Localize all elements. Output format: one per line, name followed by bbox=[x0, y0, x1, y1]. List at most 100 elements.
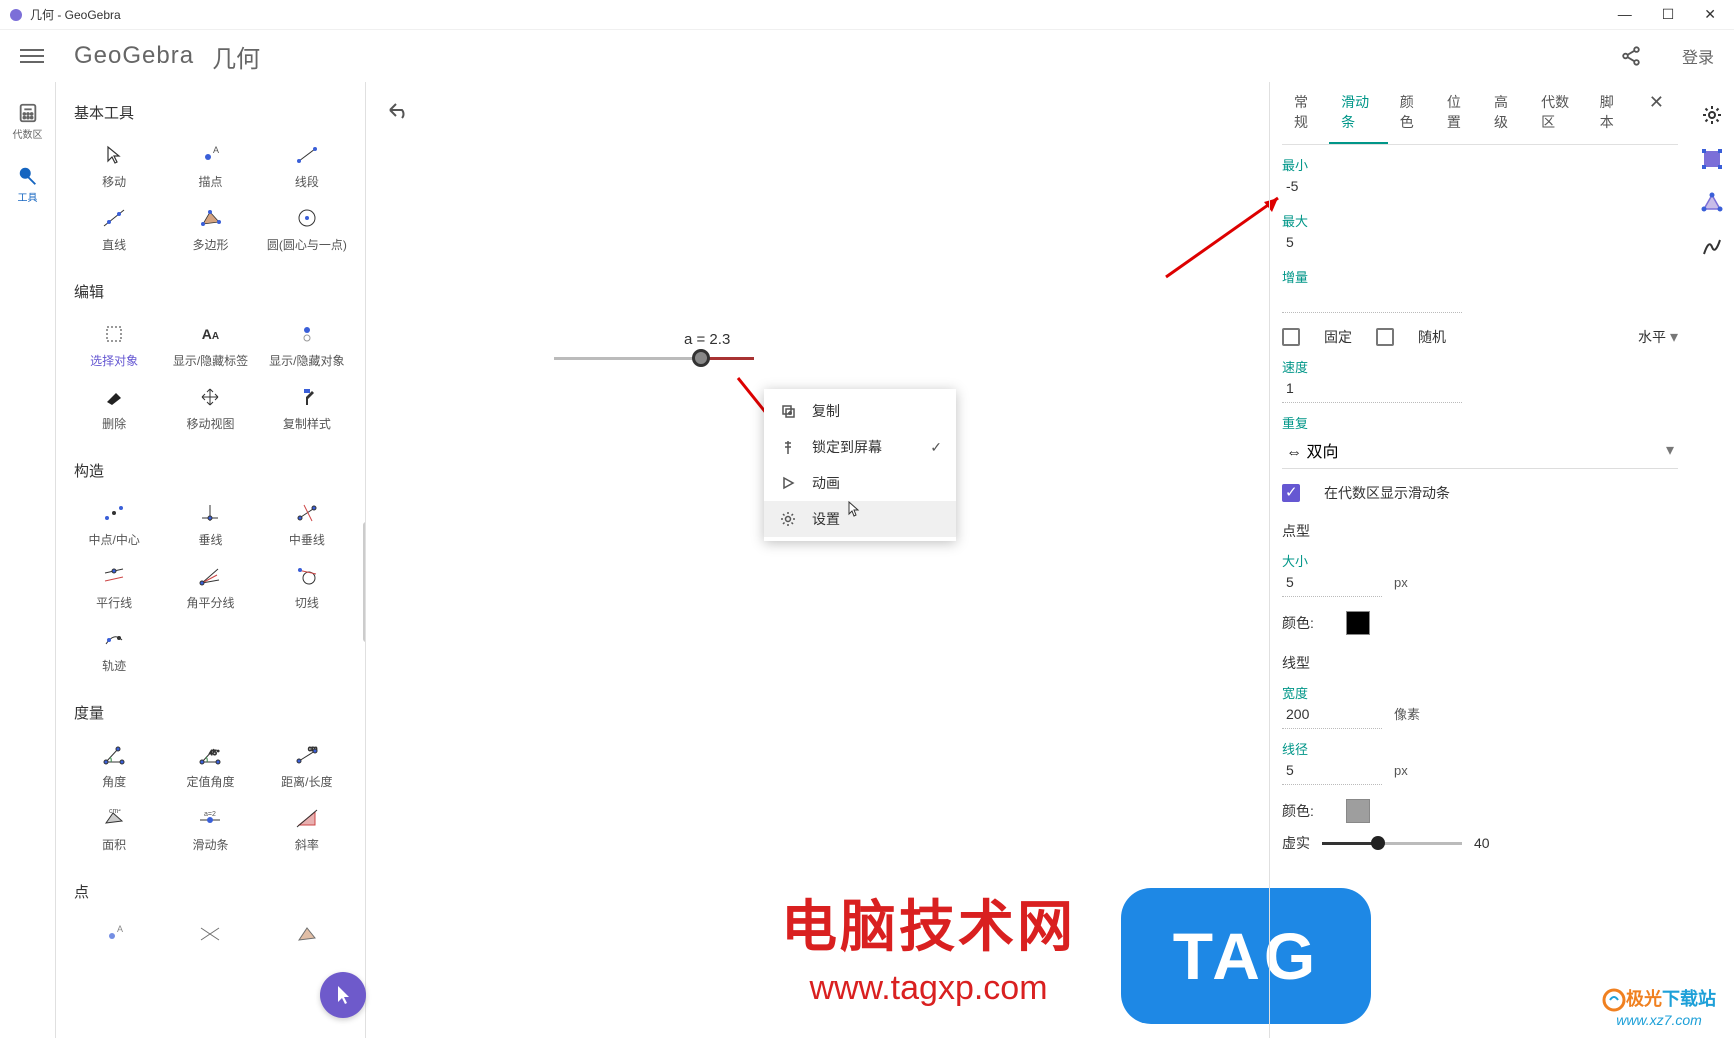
tool-select[interactable]: 选择对象 bbox=[66, 314, 162, 377]
tool-showhide-label[interactable]: AA显示/隐藏标签 bbox=[162, 314, 258, 377]
repeat-label: 重复 bbox=[1282, 413, 1678, 432]
line-radius-input[interactable] bbox=[1282, 758, 1382, 785]
slider-handle[interactable] bbox=[692, 349, 710, 367]
shape-style-icon[interactable] bbox=[1701, 192, 1723, 214]
tool-area[interactable]: cm²面积 bbox=[66, 798, 162, 861]
copy-icon bbox=[778, 403, 798, 419]
tool-move-view[interactable]: 移动视图 bbox=[162, 377, 258, 440]
dashed-slider[interactable] bbox=[1322, 842, 1462, 845]
perpendicular-icon bbox=[200, 503, 220, 523]
locus-icon bbox=[103, 630, 125, 648]
tool-slider[interactable]: a=2滑动条 bbox=[162, 798, 258, 861]
speed-input[interactable] bbox=[1282, 376, 1462, 403]
svg-text:a=2: a=2 bbox=[204, 811, 216, 818]
random-checkbox[interactable] bbox=[1376, 328, 1394, 346]
parallel-icon bbox=[103, 567, 125, 585]
tool-point2[interactable]: A bbox=[66, 914, 162, 954]
settings-gear-icon[interactable] bbox=[1701, 104, 1723, 126]
tool-point[interactable]: A描点 bbox=[162, 135, 258, 198]
svg-text:A: A bbox=[117, 924, 123, 934]
dashed-value: 40 bbox=[1474, 835, 1490, 851]
slider-object[interactable]: a = 2.3 bbox=[554, 357, 754, 360]
ctx-copy-label: 复制 bbox=[812, 401, 840, 421]
random-label: 随机 bbox=[1418, 327, 1446, 347]
xz-url: www.xz7.com bbox=[1616, 1012, 1702, 1028]
show-in-algebra-checkbox[interactable] bbox=[1282, 484, 1300, 502]
tool-parallel[interactable]: 平行线 bbox=[66, 556, 162, 619]
tab-position[interactable]: 位置 bbox=[1435, 82, 1482, 144]
tool-fixed-angle[interactable]: 45°定值角度 bbox=[162, 735, 258, 798]
window-minimize-button[interactable]: — bbox=[1618, 6, 1632, 23]
hamburger-menu-button[interactable] bbox=[20, 44, 44, 68]
tab-advanced[interactable]: 高级 bbox=[1482, 82, 1529, 144]
tool-distance[interactable]: cm距离/长度 bbox=[259, 735, 355, 798]
share-icon[interactable] bbox=[1620, 45, 1642, 67]
select-rect-icon[interactable] bbox=[1701, 148, 1723, 170]
tool-circle[interactable]: 圆(圆心与一点) bbox=[259, 198, 355, 261]
ctx-lock-screen[interactable]: 锁定到屏幕 ✓ bbox=[764, 429, 956, 465]
tool-angle[interactable]: 角度 bbox=[66, 735, 162, 798]
svg-text:cm²: cm² bbox=[109, 809, 121, 815]
rail-tools[interactable]: 工具 bbox=[17, 165, 39, 204]
tool-delete[interactable]: 删除 bbox=[66, 377, 162, 440]
annotation-arrow-icon bbox=[1156, 192, 1286, 282]
tool-line[interactable]: 直线 bbox=[66, 198, 162, 261]
tab-general[interactable]: 常规 bbox=[1282, 82, 1329, 144]
gear-icon bbox=[778, 511, 798, 527]
ctx-copy[interactable]: 复制 bbox=[764, 393, 956, 429]
ctx-animate-label: 动画 bbox=[812, 473, 840, 493]
max-value[interactable]: 5 bbox=[1282, 230, 1678, 257]
tab-algebra[interactable]: 代数区 bbox=[1529, 82, 1588, 144]
tool-extremum[interactable] bbox=[259, 914, 355, 954]
size-input[interactable] bbox=[1282, 570, 1382, 597]
tool-showhide-object[interactable]: 显示/隐藏对象 bbox=[259, 314, 355, 377]
window-maximize-button[interactable]: ☐ bbox=[1662, 6, 1675, 23]
ctx-lock-label: 锁定到屏幕 bbox=[812, 437, 882, 457]
repeat-select[interactable]: ⇔ 双向 ▾ bbox=[1282, 432, 1678, 469]
slider-track[interactable] bbox=[554, 357, 754, 360]
tool-copy-style[interactable]: 复制样式 bbox=[259, 377, 355, 440]
tool-intersect[interactable] bbox=[162, 914, 258, 954]
tab-color[interactable]: 颜色 bbox=[1388, 82, 1435, 144]
increment-input[interactable] bbox=[1282, 286, 1462, 313]
tool-bisector[interactable]: 角平分线 bbox=[162, 556, 258, 619]
app-title: 几何 bbox=[212, 39, 260, 74]
canvas-area[interactable]: a = 2.3 复制 锁定到屏幕 ✓ 动画 bbox=[366, 82, 1269, 1038]
tool-tangent[interactable]: 切线 bbox=[259, 556, 355, 619]
tool-perpendicular[interactable]: 垂线 bbox=[162, 493, 258, 556]
function-icon[interactable] bbox=[1701, 236, 1723, 258]
increment-label: 增量 bbox=[1282, 267, 1678, 286]
tool-perpbisector[interactable]: 中垂线 bbox=[259, 493, 355, 556]
point-color-swatch[interactable] bbox=[1346, 611, 1370, 635]
login-button[interactable]: 登录 bbox=[1682, 44, 1714, 68]
play-icon bbox=[778, 476, 798, 490]
tool-slope[interactable]: 斜率 bbox=[259, 798, 355, 861]
fixed-checkbox[interactable] bbox=[1282, 328, 1300, 346]
undo-button[interactable] bbox=[386, 100, 410, 120]
watermark-url: www.tagxp.com bbox=[781, 969, 1076, 1008]
ctx-animate[interactable]: 动画 bbox=[764, 465, 956, 501]
area-icon: cm² bbox=[103, 809, 125, 827]
app-header: GeoGebra 几何 登录 bbox=[0, 30, 1734, 82]
point-style-title: 点型 bbox=[1282, 521, 1678, 541]
line-color-swatch[interactable] bbox=[1346, 799, 1370, 823]
select-icon bbox=[104, 324, 124, 344]
svg-text:45°: 45° bbox=[209, 749, 220, 757]
tool-segment[interactable]: 线段 bbox=[259, 135, 355, 198]
close-panel-button[interactable]: ✕ bbox=[1635, 82, 1678, 144]
tab-slider[interactable]: 滑动条 bbox=[1329, 82, 1388, 144]
min-value[interactable]: -5 bbox=[1282, 174, 1678, 201]
orientation-select[interactable]: 水平 bbox=[1638, 327, 1666, 347]
width-input[interactable] bbox=[1282, 702, 1382, 729]
tool-midpoint[interactable]: 中点/中心 bbox=[66, 493, 162, 556]
fab-pointer-button[interactable] bbox=[320, 972, 366, 1018]
tools-icon bbox=[17, 165, 39, 187]
tool-polygon[interactable]: 多边形 bbox=[162, 198, 258, 261]
window-close-button[interactable]: ✕ bbox=[1704, 6, 1716, 23]
tab-script[interactable]: 脚本 bbox=[1588, 82, 1635, 144]
point-icon: A bbox=[200, 145, 220, 165]
tool-move[interactable]: 移动 bbox=[66, 135, 162, 198]
tool-locus[interactable]: 轨迹 bbox=[66, 619, 162, 682]
tool-panel: 基本工具 移动 A描点 线段 直线 多边形 圆(圆心与一点) 编辑 选择对象 A… bbox=[56, 82, 366, 1038]
rail-algebra[interactable]: 代数区 bbox=[13, 102, 43, 141]
